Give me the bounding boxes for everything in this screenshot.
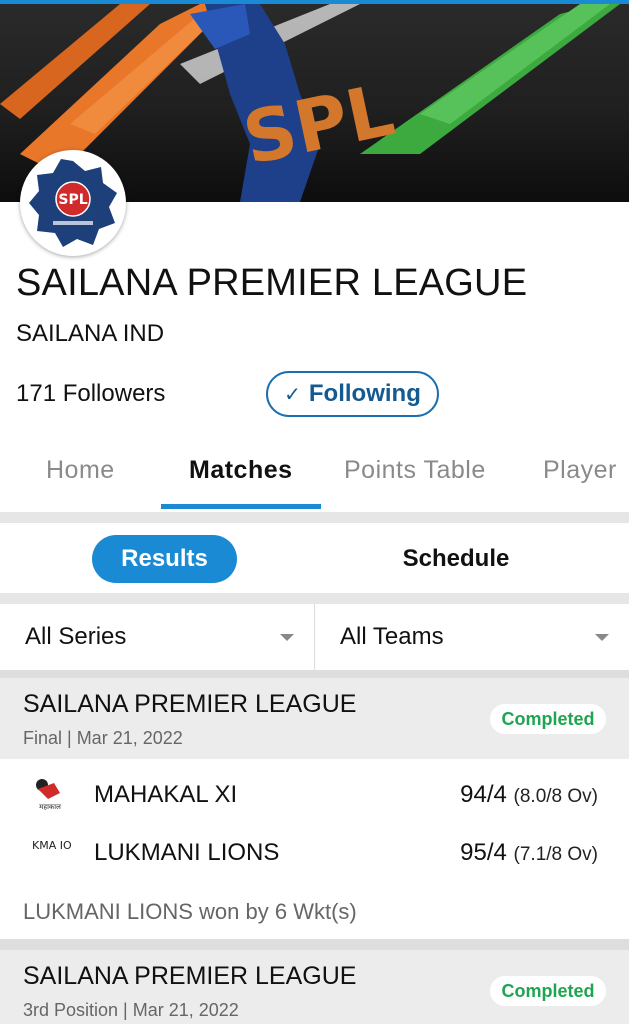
score-overs: (8.0/8 Ov) <box>513 786 598 807</box>
schedule-button[interactable]: Schedule <box>382 535 530 583</box>
chevron-down-icon <box>595 634 609 641</box>
team-logo-text: KMA ION <box>32 839 72 852</box>
match-series-title: SAILANA PREMIER LEAGUE <box>23 690 357 718</box>
score-runs: 94/4 <box>460 781 507 808</box>
match-card-body[interactable]: महाकाल MAHAKAL XI 94/4 (8.0/8 Ov) KMA IO… <box>0 759 629 939</box>
match-result: LUKMANI LIONS won by 6 Wkt(s) <box>23 899 357 924</box>
section-divider <box>0 939 629 950</box>
match-series-title: SAILANA PREMIER LEAGUE <box>23 962 357 990</box>
tab-player[interactable]: Player <box>543 456 617 485</box>
score-overs: (7.1/8 Ov) <box>513 844 598 865</box>
page-title: SAILANA PREMIER LEAGUE <box>16 262 528 304</box>
teams-dropdown[interactable]: All Teams <box>315 604 629 670</box>
tab-home[interactable]: Home <box>46 456 115 485</box>
team-logo-text: महाकाल <box>39 803 61 811</box>
status-badge: Completed <box>490 976 606 1006</box>
league-logo-emblem: SPL <box>25 155 121 251</box>
results-schedule-toggle: Results Schedule <box>0 523 629 593</box>
team-name: LUKMANI LIONS <box>94 839 280 866</box>
active-tab-indicator <box>161 504 321 509</box>
match-meta: 3rd Position | Mar 21, 2022 <box>23 1000 239 1020</box>
league-logo-text: SPL <box>58 192 87 208</box>
tab-matches[interactable]: Matches <box>189 456 293 485</box>
tab-points-table[interactable]: Points Table <box>344 456 486 485</box>
team-row: महाकाल MAHAKAL XI 94/4 (8.0/8 Ov) <box>0 775 629 819</box>
team-score: 95/4 (7.1/8 Ov) <box>460 839 598 867</box>
filter-bar: All Series All Teams <box>0 604 629 670</box>
following-label: Following <box>308 380 421 407</box>
score-runs: 95/4 <box>460 839 507 866</box>
status-badge: Completed <box>490 704 606 734</box>
section-divider <box>0 593 629 604</box>
followers-count: 171 Followers <box>16 380 166 407</box>
team-row: KMA ION LUKMANI LIONS 95/4 (7.1/8 Ov) <box>0 833 629 877</box>
team-score: 94/4 (8.0/8 Ov) <box>460 781 598 809</box>
following-button[interactable]: ✓ Following <box>266 371 439 417</box>
match-card-header[interactable]: SAILANA PREMIER LEAGUE 3rd Position | Ma… <box>0 950 629 1024</box>
teams-dropdown-value: All Teams <box>340 623 444 650</box>
league-location: SAILANA IND <box>16 320 165 347</box>
league-logo: SPL <box>20 150 126 256</box>
check-icon: ✓ <box>284 383 301 406</box>
tab-bar: Home Matches Points Table Player <box>0 440 629 512</box>
team-logo: KMA ION <box>32 839 72 852</box>
series-dropdown-value: All Series <box>25 623 127 650</box>
chevron-down-icon <box>280 634 294 641</box>
team-name: MAHAKAL XI <box>94 781 238 808</box>
section-divider <box>0 512 629 523</box>
match-meta: Final | Mar 21, 2022 <box>23 728 183 748</box>
team-logo: महाकाल <box>36 779 61 811</box>
section-divider <box>0 670 629 678</box>
series-dropdown[interactable]: All Series <box>0 604 314 670</box>
results-button[interactable]: Results <box>92 535 237 583</box>
match-card-header[interactable]: SAILANA PREMIER LEAGUE Final | Mar 21, 2… <box>0 678 629 760</box>
